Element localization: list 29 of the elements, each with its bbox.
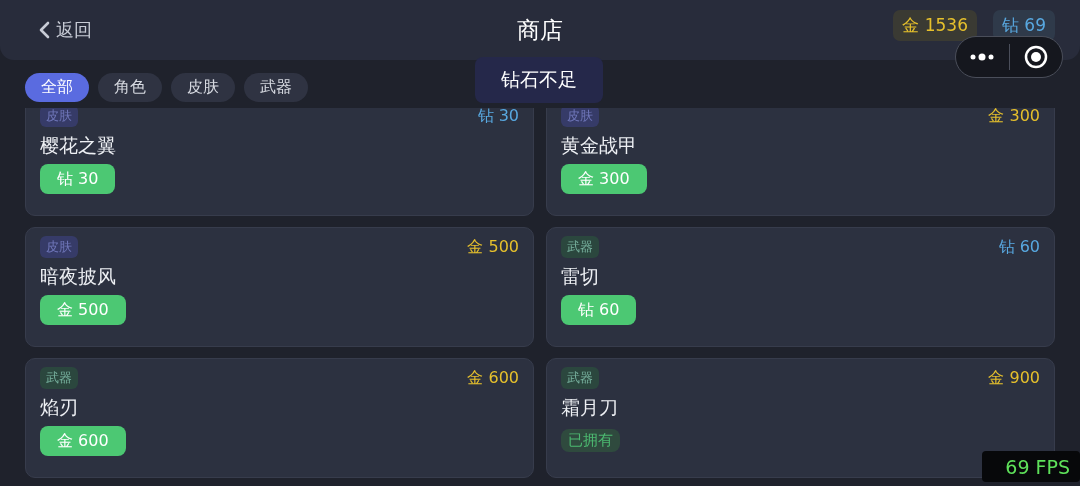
chevron-left-icon [38, 21, 50, 39]
balance-chip: 金 1536 [893, 9, 977, 41]
item-name: 樱花之翼 [40, 133, 117, 158]
filter-tab[interactable]: 武器 [244, 73, 308, 102]
price-label: 金 900 [988, 367, 1040, 389]
filter-tab[interactable]: 角色 [98, 73, 162, 102]
item-name: 雷切 [561, 264, 600, 289]
price-label: 钻 60 [998, 236, 1040, 258]
item-name: 霜月刀 [561, 395, 619, 420]
price-label: 金 600 [467, 367, 519, 389]
item-name: 焰刃 [40, 395, 79, 420]
page-title: 商店 [517, 16, 563, 45]
item-name: 黄金战甲 [561, 133, 638, 158]
back-button[interactable]: 返回 [38, 18, 92, 42]
filter-tab[interactable]: 皮肤 [171, 73, 235, 102]
price-label: 钻 30 [477, 105, 519, 127]
toast-message: 钻石不足 [475, 57, 603, 103]
category-tag: 武器 [40, 367, 78, 389]
filter-tab[interactable]: 全部 [25, 73, 89, 102]
category-tag: 武器 [561, 236, 599, 258]
more-icon [970, 53, 995, 61]
record-icon [1023, 45, 1048, 69]
item-name: 暗夜披风 [40, 264, 117, 289]
owned-label: 已拥有 [561, 429, 620, 452]
price-label: 金 500 [467, 236, 519, 258]
category-tag: 武器 [561, 367, 599, 389]
category-tag: 皮肤 [40, 236, 78, 258]
fps-counter: 69 FPS [982, 451, 1080, 482]
price-label: 金 300 [988, 105, 1040, 127]
